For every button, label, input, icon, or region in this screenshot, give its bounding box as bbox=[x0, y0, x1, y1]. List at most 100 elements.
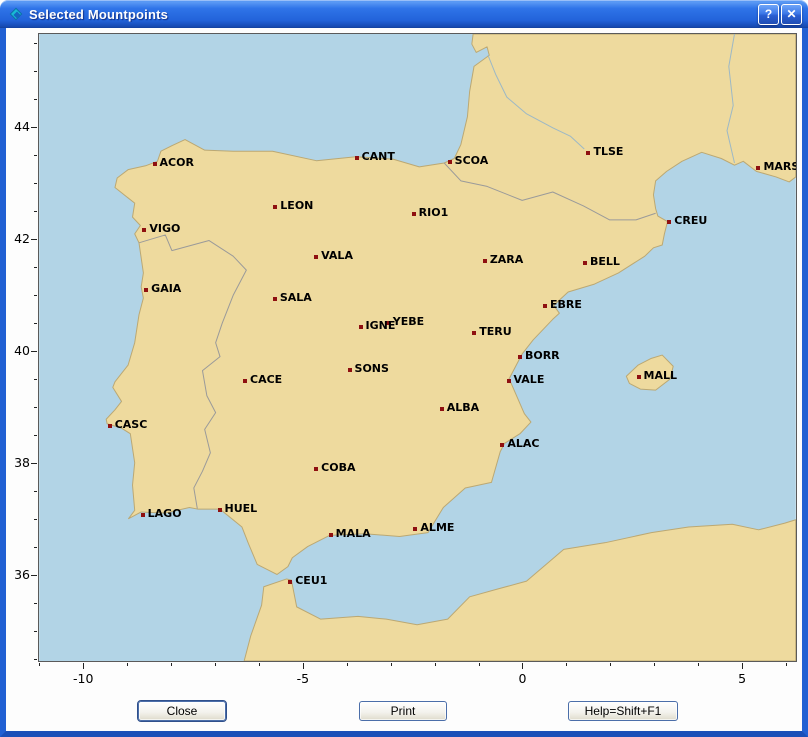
station-marker-alme bbox=[413, 527, 417, 531]
station-marker-ebre bbox=[543, 304, 547, 308]
y-major-tick bbox=[31, 351, 37, 352]
y-minor-tick bbox=[34, 323, 37, 324]
station-label-teru: TERU bbox=[479, 325, 511, 339]
y-minor-tick bbox=[34, 407, 37, 408]
station-label-cant: CANT bbox=[362, 150, 395, 164]
station-label-sons: SONS bbox=[355, 362, 389, 376]
x-tick-label: 0 bbox=[518, 671, 526, 686]
print-button[interactable]: Print bbox=[359, 701, 447, 721]
x-minor-tick bbox=[347, 663, 348, 666]
selected-mountpoints-window: Selected Mountpoints ? ✕ ACORCANTSCOATLS… bbox=[0, 0, 808, 737]
close-button[interactable]: Close bbox=[138, 701, 226, 721]
x-minor-tick bbox=[215, 663, 216, 666]
y-minor-tick bbox=[34, 631, 37, 632]
y-minor-tick bbox=[34, 155, 37, 156]
station-label-huel: HUEL bbox=[225, 502, 258, 516]
station-label-vigo: VIGO bbox=[149, 222, 180, 236]
station-label-ceu1: CEU1 bbox=[295, 574, 327, 588]
station-label-scoa: SCOA bbox=[455, 154, 489, 168]
station-marker-leon bbox=[273, 205, 277, 209]
station-marker-creu bbox=[667, 220, 671, 224]
station-label-alme: ALME bbox=[420, 521, 454, 535]
station-marker-layer: ACORCANTSCOATLSEMARSLEONRIO1CREUVIGOVALA… bbox=[39, 34, 796, 661]
station-label-igne: IGNE bbox=[366, 319, 396, 333]
station-marker-mars bbox=[756, 166, 760, 170]
station-marker-mala bbox=[329, 533, 333, 537]
station-label-mars: MARS bbox=[763, 160, 797, 174]
y-minor-tick bbox=[34, 295, 37, 296]
x-minor-tick bbox=[698, 663, 699, 666]
station-marker-cace bbox=[243, 379, 247, 383]
station-label-vale: VALE bbox=[514, 373, 545, 387]
help-shortcut-button[interactable]: Help=Shift+F1 bbox=[568, 701, 678, 721]
x-minor-tick bbox=[435, 663, 436, 666]
x-major-tick bbox=[303, 663, 304, 669]
help-titlebar-button[interactable]: ? bbox=[758, 4, 779, 25]
x-minor-tick bbox=[391, 663, 392, 666]
y-minor-tick bbox=[34, 519, 37, 520]
station-label-rio1: RIO1 bbox=[419, 206, 449, 220]
close-window-button[interactable]: ✕ bbox=[781, 4, 802, 25]
station-label-casc: CASC bbox=[115, 418, 148, 432]
station-marker-scoa bbox=[448, 160, 452, 164]
y-tick-label: 38 bbox=[4, 455, 30, 470]
x-tick-label: -10 bbox=[73, 671, 93, 686]
station-label-mall: MALL bbox=[644, 369, 677, 383]
station-label-alba: ALBA bbox=[447, 401, 479, 415]
y-tick-label: 44 bbox=[4, 119, 30, 134]
x-minor-tick bbox=[786, 663, 787, 666]
x-tick-label: -5 bbox=[297, 671, 309, 686]
app-icon bbox=[8, 6, 24, 22]
station-marker-sala bbox=[273, 297, 277, 301]
x-major-tick bbox=[742, 663, 743, 669]
station-label-alac: ALAC bbox=[507, 437, 539, 451]
station-marker-igne bbox=[359, 325, 363, 329]
station-marker-zara bbox=[483, 259, 487, 263]
station-marker-bell bbox=[583, 261, 587, 265]
station-marker-alac bbox=[500, 443, 504, 447]
station-marker-lago bbox=[141, 513, 145, 517]
station-label-creu: CREU bbox=[674, 214, 707, 228]
station-marker-teru bbox=[472, 331, 476, 335]
station-label-mala: MALA bbox=[336, 527, 371, 541]
station-label-yebe: YEBE bbox=[393, 315, 424, 329]
station-marker-acor bbox=[153, 162, 157, 166]
y-minor-tick bbox=[34, 71, 37, 72]
station-label-ebre: EBRE bbox=[550, 298, 582, 312]
station-label-borr: BORR bbox=[525, 349, 560, 363]
y-tick-label: 40 bbox=[4, 343, 30, 358]
y-minor-tick bbox=[34, 99, 37, 100]
x-minor-tick bbox=[171, 663, 172, 666]
x-major-tick bbox=[83, 663, 84, 669]
station-marker-cant bbox=[355, 156, 359, 160]
y-minor-tick bbox=[34, 491, 37, 492]
y-minor-tick bbox=[34, 211, 37, 212]
station-label-bell: BELL bbox=[590, 255, 620, 269]
station-marker-borr bbox=[518, 355, 522, 359]
y-minor-tick bbox=[34, 267, 37, 268]
station-marker-vale bbox=[507, 379, 511, 383]
window-title: Selected Mountpoints bbox=[29, 7, 758, 22]
y-tick-label: 36 bbox=[4, 567, 30, 582]
y-minor-tick bbox=[34, 659, 37, 660]
y-minor-tick bbox=[34, 43, 37, 44]
station-label-gaia: GAIA bbox=[151, 282, 181, 296]
station-label-zara: ZARA bbox=[490, 253, 523, 267]
station-marker-alba bbox=[440, 407, 444, 411]
title-bar[interactable]: Selected Mountpoints ? ✕ bbox=[0, 0, 808, 28]
y-major-tick bbox=[31, 463, 37, 464]
station-marker-ceu1 bbox=[288, 580, 292, 584]
station-label-sala: SALA bbox=[280, 291, 312, 305]
station-marker-mall bbox=[637, 375, 641, 379]
map-plot: ACORCANTSCOATLSEMARSLEONRIO1CREUVIGOVALA… bbox=[38, 33, 797, 662]
station-marker-sons bbox=[348, 368, 352, 372]
y-minor-tick bbox=[34, 379, 37, 380]
x-minor-tick bbox=[127, 663, 128, 666]
x-minor-tick bbox=[39, 663, 40, 666]
y-minor-tick bbox=[34, 603, 37, 604]
titlebar-buttons: ? ✕ bbox=[758, 4, 802, 25]
station-label-vala: VALA bbox=[321, 249, 353, 263]
x-major-tick bbox=[522, 663, 523, 669]
station-marker-vigo bbox=[142, 228, 146, 232]
y-minor-tick bbox=[34, 435, 37, 436]
